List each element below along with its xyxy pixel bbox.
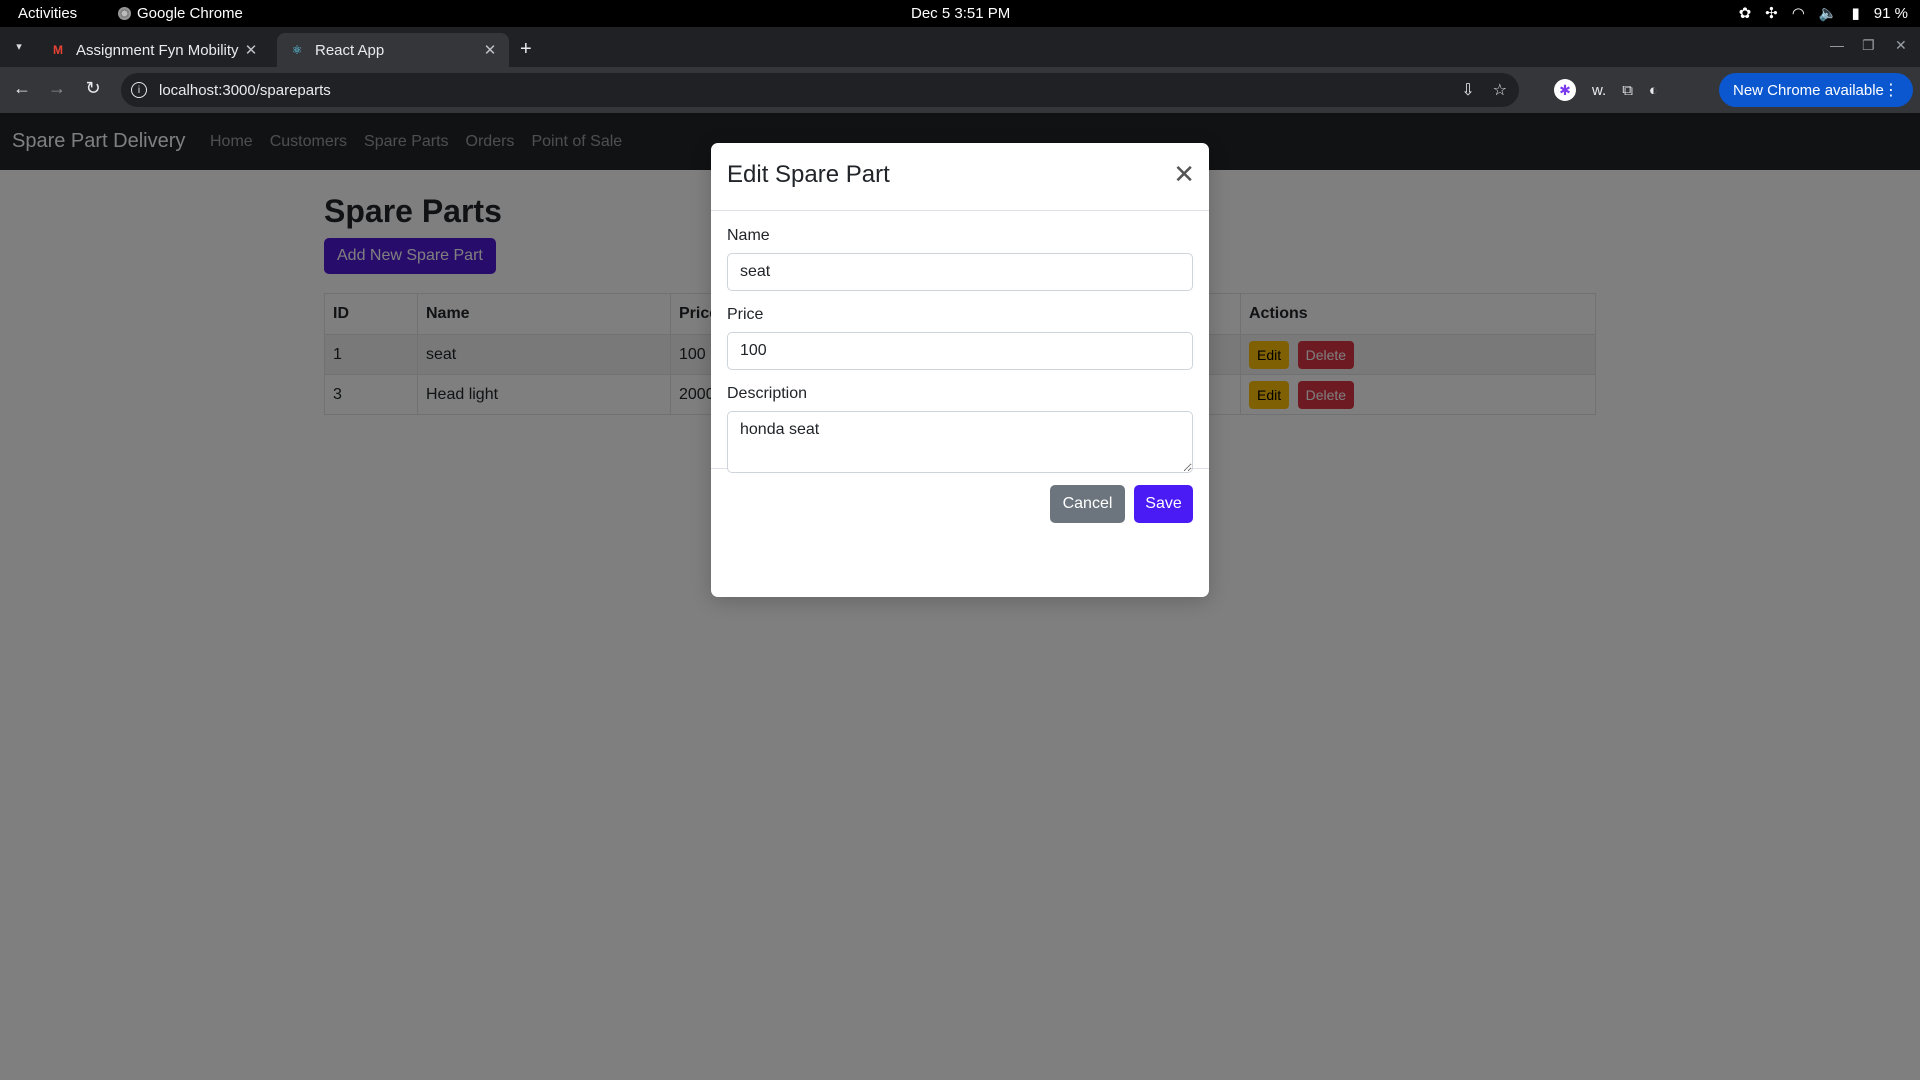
close-tab-icon[interactable]: ✕: [242, 41, 260, 59]
description-field[interactable]: honda seat: [727, 411, 1193, 473]
system-top-bar: Activities Google Chrome Dec 5 3:51 PM ✿…: [0, 0, 1920, 27]
volume-icon: 🔈: [1818, 5, 1838, 22]
tab-title: Assignment Fyn Mobility: [76, 41, 239, 59]
back-icon[interactable]: ←: [10, 78, 34, 99]
name-label: Name: [727, 227, 770, 244]
modal-body: Name Price Description honda seat: [711, 211, 1209, 473]
modal-title: Edit Spare Part: [727, 161, 890, 188]
window-close-icon[interactable]: ✕: [1895, 37, 1907, 54]
gmail-icon: M: [53, 43, 63, 57]
system-tray[interactable]: ✿ ✣ ◠ 🔈 ▮ 91 %: [1738, 4, 1908, 23]
app-name: Google Chrome: [137, 5, 243, 22]
extensions-puzzle-icon[interactable]: ⧉: [1622, 82, 1633, 99]
chrome-icon: [118, 7, 131, 20]
battery-icon: ▮: [1851, 5, 1860, 22]
save-button[interactable]: Save: [1134, 485, 1193, 523]
browser-toolbar: ← → ↻ i localhost:3000/spareparts ⇩ ☆ ✱ …: [0, 67, 1920, 113]
price-field[interactable]: [727, 332, 1193, 370]
cancel-button[interactable]: Cancel: [1050, 485, 1125, 523]
new-tab-icon[interactable]: +: [520, 38, 532, 61]
modal-header: Edit Spare Part ✕: [711, 143, 1209, 211]
update-label: New Chrome available: [1733, 81, 1884, 99]
description-label: Description: [727, 385, 808, 402]
activities-button[interactable]: Activities: [18, 5, 77, 22]
battery-percent: 91 %: [1873, 4, 1908, 22]
bookmark-star-icon[interactable]: ☆: [1493, 80, 1507, 100]
new-chrome-available-button[interactable]: New Chrome available ⋮: [1719, 73, 1913, 107]
react-icon: ⚛: [291, 43, 303, 57]
network-app-icon: ✿: [1738, 5, 1752, 22]
tab-react-app[interactable]: ⚛ React App ✕: [277, 33, 509, 67]
tab-title: React App: [315, 41, 385, 59]
clock[interactable]: Dec 5 3:51 PM: [911, 5, 1010, 22]
close-tab-icon[interactable]: ✕: [481, 41, 499, 59]
extension-icon[interactable]: ✱: [1554, 79, 1576, 101]
slack-icon: ✣: [1765, 5, 1778, 22]
w-extension-icon[interactable]: w.: [1592, 82, 1606, 99]
menu-kebab-icon: ⋮: [1883, 82, 1899, 99]
forward-icon[interactable]: →: [45, 78, 69, 99]
close-icon[interactable]: ✕: [1173, 161, 1195, 187]
address-bar[interactable]: i localhost:3000/spareparts ⇩ ☆: [121, 73, 1519, 107]
site-info-icon[interactable]: i: [131, 82, 147, 98]
app-menu[interactable]: Google Chrome: [118, 5, 243, 22]
url-text[interactable]: localhost:3000/spareparts: [159, 82, 331, 99]
restore-icon[interactable]: ❐: [1862, 37, 1875, 54]
reload-icon[interactable]: ↻: [81, 78, 105, 99]
profile-avatar-icon[interactable]: ◐: [1649, 82, 1658, 99]
modal-footer: Cancel Save: [711, 469, 1209, 596]
wifi-icon: ◠: [1791, 5, 1805, 22]
price-label: Price: [727, 306, 764, 323]
tab-assignment[interactable]: M Assignment Fyn Mobility ✕: [38, 33, 270, 67]
minimize-icon[interactable]: —: [1830, 37, 1844, 53]
name-field[interactable]: [727, 253, 1193, 291]
tab-search-icon[interactable]: ▾: [8, 35, 30, 57]
tab-strip: ▾ M Assignment Fyn Mobility ✕ ⚛ React Ap…: [0, 27, 1920, 67]
extensions-area: ✱ w. ⧉ ◐: [1554, 79, 1658, 101]
edit-spare-part-modal: Edit Spare Part ✕ Name Price Description…: [711, 143, 1209, 597]
install-app-icon[interactable]: ⇩: [1461, 80, 1474, 100]
